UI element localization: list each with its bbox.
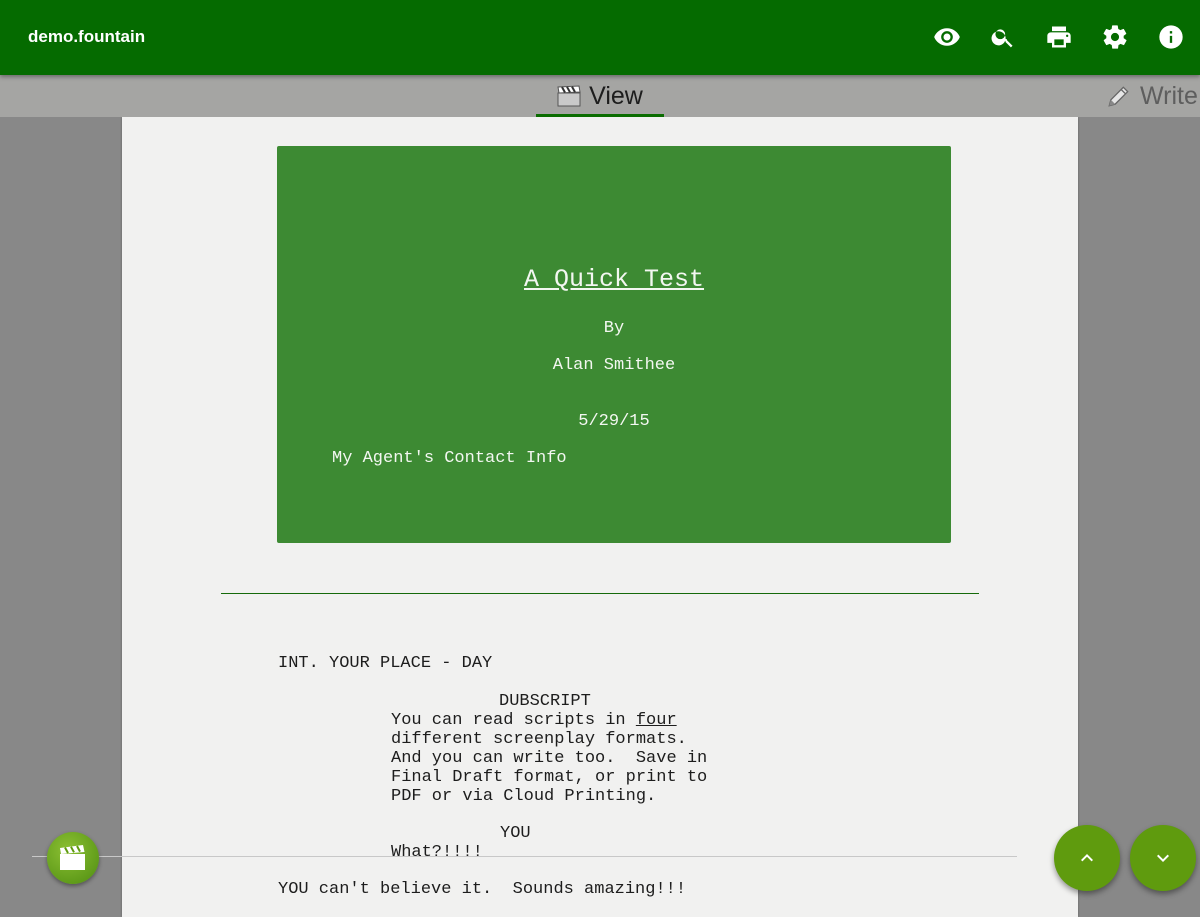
scene-heading: INT. YOUR PLACE - DAY	[278, 654, 493, 673]
tab-bar: View Write	[0, 75, 1200, 117]
dialogue-line: And you can write too. Save in	[391, 749, 708, 768]
character-name: YOU	[500, 824, 531, 843]
settings-icon	[1103, 25, 1127, 49]
app-title: demo.fountain	[28, 27, 146, 46]
dialogue-line: What?!!!!	[391, 843, 483, 862]
preview-button[interactable]	[929, 19, 965, 55]
settings-button[interactable]	[1097, 19, 1133, 55]
chevron-down-icon	[1157, 854, 1169, 862]
dialogue-line: PDF or via Cloud Printing.	[391, 787, 657, 806]
clapperboard-icon	[60, 845, 85, 870]
clapperboard-icon	[557, 85, 581, 107]
scene-navigator-button[interactable]	[47, 832, 99, 884]
info-button[interactable]	[1153, 19, 1189, 55]
dialogue-text: You can read scripts in	[391, 711, 636, 730]
action-line: YOU can't believe it. Sounds amazing!!!	[278, 880, 687, 899]
dialogue-line: Final Draft format, or print to	[391, 768, 708, 787]
dialogue-line: You can read scripts in four	[391, 711, 677, 730]
eye-icon	[934, 28, 960, 46]
tab-view[interactable]: View	[536, 75, 664, 117]
tab-write-label: Write	[1140, 81, 1198, 110]
pencil-icon	[1106, 83, 1132, 109]
tab-view-label: View	[589, 81, 643, 110]
script-page[interactable]: A Quick Test By Alan Smithee 5/29/15 My …	[122, 117, 1078, 917]
character-name: DUBSCRIPT	[499, 692, 591, 711]
search-icon	[991, 29, 1013, 48]
bottom-scroll-line	[32, 856, 1017, 857]
tab-write[interactable]: Write	[1106, 75, 1198, 117]
print-icon	[1047, 26, 1071, 48]
print-button[interactable]	[1041, 19, 1077, 55]
chevron-up-icon	[1081, 854, 1093, 862]
dialogue-emphasis: four	[635, 711, 677, 730]
app-bar: demo.fountain	[0, 0, 1200, 75]
tab-selected-indicator	[536, 114, 664, 117]
scroll-down-button[interactable]	[1130, 825, 1196, 891]
script-body: INT. YOUR PLACE - DAY DUBSCRIPT You can …	[122, 117, 1078, 917]
scroll-up-button[interactable]	[1054, 825, 1120, 891]
info-icon	[1159, 25, 1183, 49]
search-button[interactable]	[985, 19, 1021, 55]
dialogue-line: different screenplay formats.	[391, 730, 687, 749]
